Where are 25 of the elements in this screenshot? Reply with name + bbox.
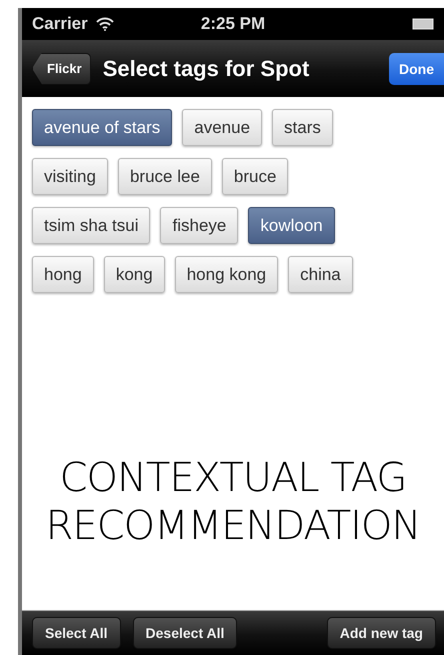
clock-time: 2:25 PM: [200, 14, 266, 34]
tag[interactable]: hong: [32, 256, 94, 293]
selected-tag[interactable]: avenue of stars: [32, 109, 172, 146]
tag[interactable]: bruce: [222, 158, 288, 195]
selected-tag[interactable]: kowloon: [248, 207, 335, 244]
done-button[interactable]: Done: [389, 52, 444, 84]
screen-title: Select tags for Spot: [102, 56, 310, 82]
tag[interactable]: visiting: [32, 158, 108, 195]
caption-text: CONTEXTUAL TAG: [60, 454, 406, 502]
carrier-label: Carrier: [32, 14, 88, 34]
tag[interactable]: hong kong: [174, 256, 278, 293]
tag[interactable]: stars: [272, 109, 333, 146]
add-tag-button[interactable]: Add new tag: [326, 617, 436, 649]
tag[interactable]: kong: [104, 256, 165, 293]
battery-icon: [412, 18, 434, 30]
tag[interactable]: avenue: [182, 109, 262, 146]
back-button[interactable]: Flickr: [32, 52, 91, 84]
tag[interactable]: fisheye: [160, 207, 238, 244]
caption-text: RECOMMENDATION: [46, 502, 420, 550]
toolbar-button[interactable]: Deselect All: [132, 617, 238, 649]
tag[interactable]: china: [288, 256, 353, 293]
tag[interactable]: tsim sha tsui: [32, 207, 150, 244]
tag[interactable]: bruce lee: [118, 158, 212, 195]
toolbar-button[interactable]: Select All: [32, 617, 121, 649]
wifi-icon: [96, 17, 114, 31]
